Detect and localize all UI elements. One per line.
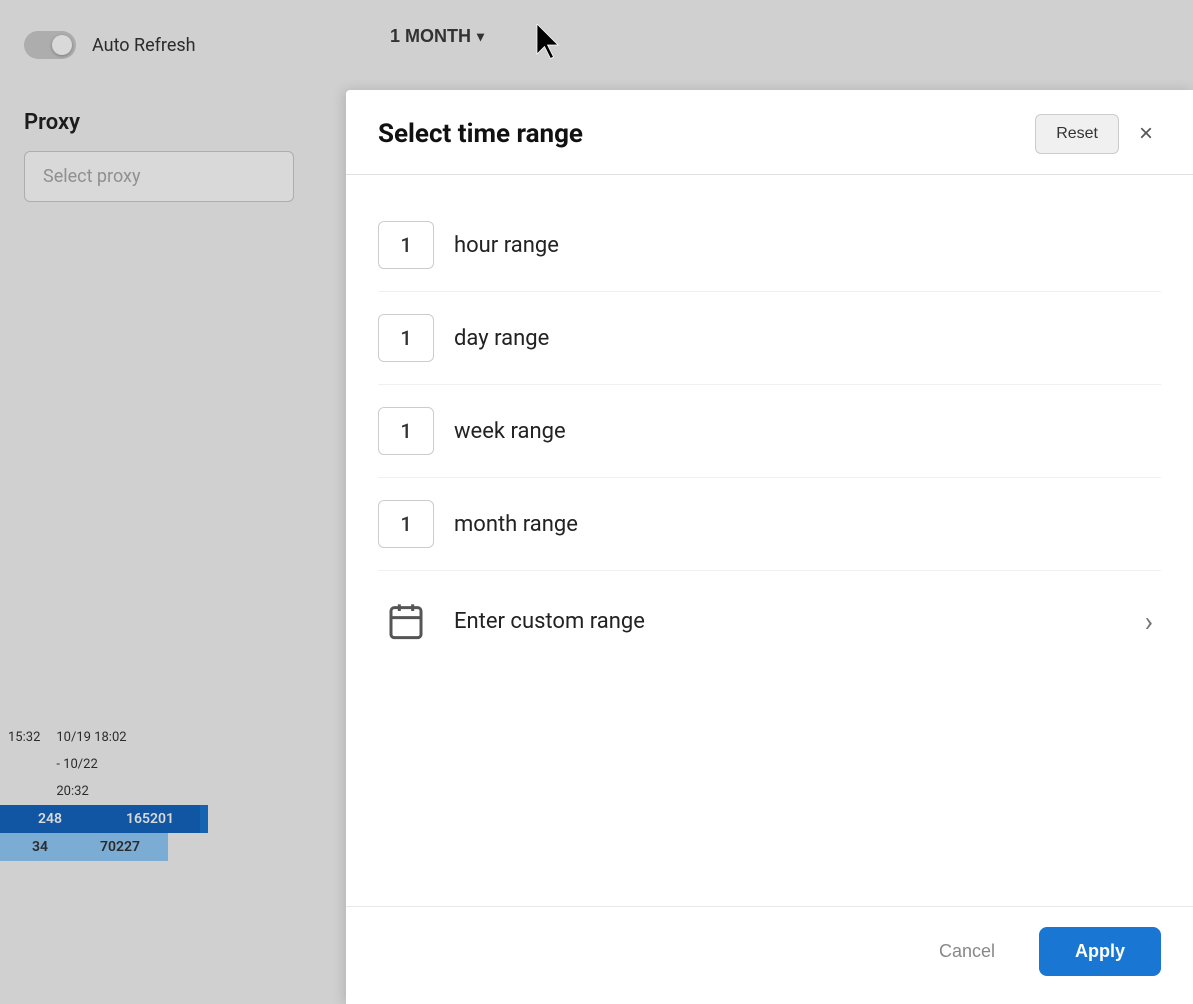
time-range-label: 1 MONTH <box>390 26 471 47</box>
week-range-label: week range <box>454 419 566 444</box>
cancel-button[interactable]: Cancel <box>911 927 1023 976</box>
day-range-value[interactable]: 1 <box>378 314 434 362</box>
modal-body: 1 hour range 1 day range 1 week range 1 … <box>346 175 1193 906</box>
custom-range-left: Enter custom range <box>378 593 645 649</box>
month-range-row[interactable]: 1 month range <box>378 478 1161 571</box>
week-range-value[interactable]: 1 <box>378 407 434 455</box>
hour-range-label: hour range <box>454 233 559 258</box>
modal-header-actions: Reset × <box>1035 114 1161 154</box>
calendar-icon <box>378 593 434 649</box>
time-range-button[interactable]: 1 MONTH ▾ <box>382 22 492 51</box>
day-range-row[interactable]: 1 day range <box>378 292 1161 385</box>
month-range-label: month range <box>454 512 578 537</box>
hour-range-row[interactable]: 1 hour range <box>378 199 1161 292</box>
week-range-row[interactable]: 1 week range <box>378 385 1161 478</box>
hour-range-value[interactable]: 1 <box>378 221 434 269</box>
modal-footer: Cancel Apply <box>346 906 1193 1004</box>
month-range-value[interactable]: 1 <box>378 500 434 548</box>
custom-range-label: Enter custom range <box>454 609 645 634</box>
modal-title: Select time range <box>378 119 583 149</box>
close-button[interactable]: × <box>1131 118 1161 150</box>
reset-button[interactable]: Reset <box>1035 114 1119 154</box>
chevron-right-icon: › <box>1145 605 1161 638</box>
chevron-down-icon: ▾ <box>477 28 484 45</box>
modal-header: Select time range Reset × <box>346 90 1193 175</box>
apply-button[interactable]: Apply <box>1039 927 1161 976</box>
day-range-label: day range <box>454 326 549 351</box>
modal-panel: Select time range Reset × 1 hour range 1… <box>346 90 1193 1004</box>
custom-range-row[interactable]: Enter custom range › <box>378 571 1161 671</box>
